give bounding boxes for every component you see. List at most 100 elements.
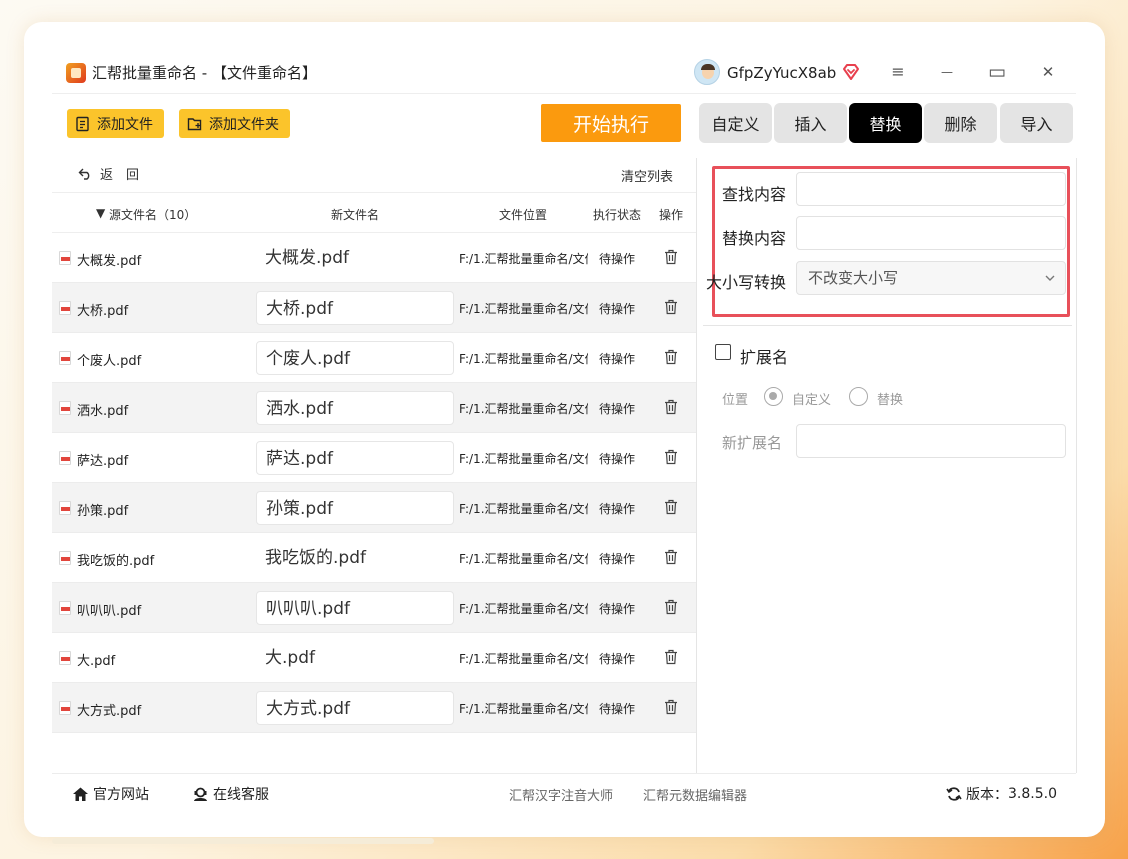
status-text: 待操作	[599, 552, 636, 566]
new-filename-input[interactable]: 大概发.pdf	[256, 241, 454, 275]
source-filename: 大概发.pdf	[77, 254, 142, 269]
radio-replace[interactable]	[849, 387, 868, 406]
version-info[interactable]: 版本： 3.8.5.0	[946, 784, 1057, 804]
col-status: 执行状态	[593, 208, 642, 222]
add-file-button[interactable]: 添加文件	[67, 109, 164, 138]
table-header: ▼ 源文件名（10） 新文件名 文件位置 执行状态 操作	[52, 192, 696, 233]
pinyin-tool-link[interactable]: 汇帮汉字注音大师	[509, 785, 613, 804]
new-filename-input[interactable]: 叭叭叭.pdf	[256, 591, 454, 625]
username[interactable]: GfpZyYucX8ab	[727, 64, 836, 82]
find-label: 查找内容	[722, 185, 787, 204]
file-list: 大概发.pdf 大概发.pdf F:/1.汇帮批量重命名/文件 待操作 大桥.p…	[52, 233, 696, 733]
tab-delete[interactable]: 删除	[924, 103, 997, 143]
source-filename: 叭叭叭.pdf	[77, 604, 142, 619]
find-input[interactable]	[796, 172, 1066, 206]
extension-label: 扩展名	[740, 348, 789, 367]
trash-icon[interactable]	[664, 349, 678, 365]
radio-custom[interactable]	[764, 387, 783, 406]
status-text: 待操作	[599, 652, 636, 666]
tab-custom[interactable]: 自定义	[699, 103, 772, 143]
radio-custom-label: 自定义	[792, 393, 832, 408]
vip-diamond-icon[interactable]	[841, 62, 861, 82]
file-location: F:/1.汇帮批量重命名/文件	[459, 652, 588, 666]
website-link[interactable]: 官方网站	[72, 784, 149, 804]
menu-icon[interactable]: ≡	[886, 60, 910, 84]
trash-icon[interactable]	[664, 449, 678, 465]
support-label: 在线客服	[213, 787, 269, 803]
trash-icon[interactable]	[664, 699, 678, 715]
new-extension-input[interactable]	[796, 424, 1066, 458]
tab-import[interactable]: 导入	[1000, 103, 1073, 143]
refresh-icon	[946, 787, 962, 801]
case-select[interactable]: 不改变大小写	[796, 261, 1066, 295]
table-row[interactable]: 叭叭叭.pdf 叭叭叭.pdf F:/1.汇帮批量重命名/文件 待操作	[52, 583, 696, 633]
table-row[interactable]: 大.pdf 大.pdf F:/1.汇帮批量重命名/文件 待操作	[52, 633, 696, 683]
table-row[interactable]: 孙策.pdf 孙策.pdf F:/1.汇帮批量重命名/文件 待操作	[52, 483, 696, 533]
new-filename-input[interactable]: 萨达.pdf	[256, 441, 454, 475]
new-filename-input[interactable]: 个废人.pdf	[256, 341, 454, 375]
new-filename-input[interactable]: 我吃饭的.pdf	[256, 541, 454, 575]
close-button[interactable]: ✕	[1036, 60, 1060, 84]
status-text: 待操作	[599, 302, 636, 316]
table-row[interactable]: 大方式.pdf 大方式.pdf F:/1.汇帮批量重命名/文件 待操作	[52, 683, 696, 733]
new-filename-input[interactable]: 孙策.pdf	[256, 491, 454, 525]
tab-replace[interactable]: 替换	[849, 103, 922, 143]
new-filename-input[interactable]: 洒水.pdf	[256, 391, 454, 425]
add-folder-label: 添加文件夹	[209, 116, 279, 133]
chevron-down-icon	[1045, 275, 1055, 281]
add-folder-icon	[187, 117, 202, 130]
minimize-button[interactable]: —	[935, 60, 959, 84]
maximize-button[interactable]: ▭	[985, 60, 1009, 84]
new-filename-input[interactable]: 大.pdf	[256, 641, 454, 675]
case-select-value: 不改变大小写	[808, 269, 899, 287]
sort-caret-icon[interactable]: ▼	[96, 206, 105, 220]
status-text: 待操作	[599, 602, 636, 616]
trash-icon[interactable]	[664, 649, 678, 665]
panel-divider	[703, 325, 1072, 326]
new-extension-label: 新扩展名	[722, 434, 783, 452]
table-row[interactable]: 我吃饭的.pdf 我吃饭的.pdf F:/1.汇帮批量重命名/文件 待操作	[52, 533, 696, 583]
col-source[interactable]: 源文件名（10）	[109, 206, 196, 223]
add-file-icon	[76, 116, 89, 131]
app-logo-icon	[66, 63, 86, 83]
col-location: 文件位置	[499, 208, 548, 222]
trash-icon[interactable]	[664, 549, 678, 565]
list-panel-divider	[696, 158, 697, 773]
file-location: F:/1.汇帮批量重命名/文件	[459, 602, 588, 616]
trash-icon[interactable]	[664, 249, 678, 265]
pdf-file-icon	[59, 301, 71, 315]
table-row[interactable]: 萨达.pdf 萨达.pdf F:/1.汇帮批量重命名/文件 待操作	[52, 433, 696, 483]
pdf-file-icon	[59, 251, 71, 265]
case-label: 大小写转换	[706, 273, 787, 292]
user-avatar[interactable]	[694, 59, 720, 85]
trash-icon[interactable]	[664, 499, 678, 515]
pdf-file-icon	[59, 401, 71, 415]
metadata-tool-link[interactable]: 汇帮元数据编辑器	[643, 785, 747, 804]
col-new: 新文件名	[331, 208, 380, 222]
status-text: 待操作	[599, 452, 636, 466]
new-filename-input[interactable]: 大方式.pdf	[256, 691, 454, 725]
back-button[interactable]: 返 回	[78, 164, 139, 183]
pdf-file-icon	[59, 451, 71, 465]
start-button[interactable]: 开始执行	[541, 104, 681, 142]
support-link[interactable]: 在线客服	[192, 784, 269, 804]
replace-input[interactable]	[796, 216, 1066, 250]
table-row[interactable]: 个废人.pdf 个废人.pdf F:/1.汇帮批量重命名/文件 待操作	[52, 333, 696, 383]
footer: 官方网站 在线客服 汇帮汉字注音大师 汇帮元数据编辑器 版本： 3.8.5.0	[52, 773, 1076, 809]
table-row[interactable]: 洒水.pdf 洒水.pdf F:/1.汇帮批量重命名/文件 待操作	[52, 383, 696, 433]
status-text: 待操作	[599, 352, 636, 366]
trash-icon[interactable]	[664, 599, 678, 615]
extension-checkbox[interactable]	[715, 344, 731, 360]
table-row[interactable]: 大桥.pdf 大桥.pdf F:/1.汇帮批量重命名/文件 待操作	[52, 283, 696, 333]
source-filename: 大方式.pdf	[77, 704, 142, 719]
radio-replace-label: 替换	[877, 393, 904, 408]
clear-list-button[interactable]: 清空列表	[621, 166, 673, 185]
status-text: 待操作	[599, 402, 636, 416]
pdf-file-icon	[59, 351, 71, 365]
trash-icon[interactable]	[664, 299, 678, 315]
tab-insert[interactable]: 插入	[774, 103, 847, 143]
trash-icon[interactable]	[664, 399, 678, 415]
table-row[interactable]: 大概发.pdf 大概发.pdf F:/1.汇帮批量重命名/文件 待操作	[52, 233, 696, 283]
add-folder-button[interactable]: 添加文件夹	[179, 109, 290, 138]
new-filename-input[interactable]: 大桥.pdf	[256, 291, 454, 325]
